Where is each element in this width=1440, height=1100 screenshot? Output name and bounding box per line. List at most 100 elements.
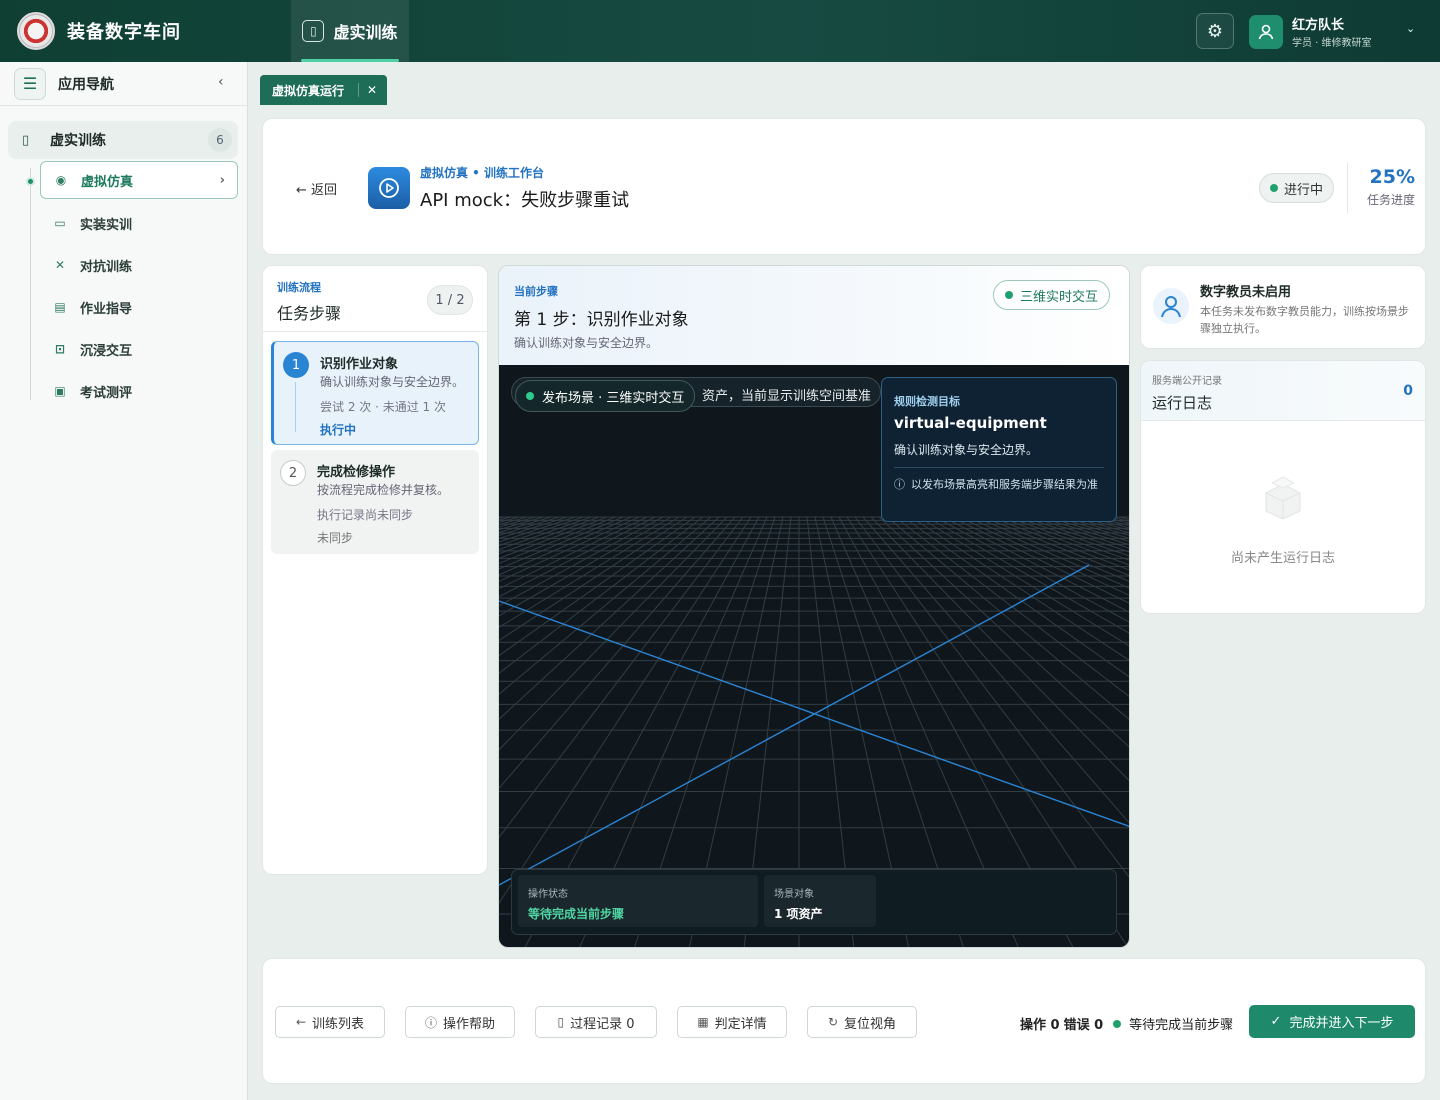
scene-objects-box: 场景对象 1 项资产 xyxy=(764,875,876,927)
tab-label: 虚拟仿真运行 xyxy=(272,83,345,98)
sidebar-item-label: 沉浸交互 xyxy=(80,343,133,359)
sidebar-item-work-guide[interactable]: ▤ 作业指导 xyxy=(40,288,238,326)
button-label: 完成并进入下一步 xyxy=(1289,1016,1394,1031)
header-subtitle: 虚拟仿真 • 训练工作台 xyxy=(420,166,545,180)
tab-bar: 虚拟仿真运行 ✕ xyxy=(260,75,388,105)
rule-target-card: 规则检测目标 virtual-equipment 确认训练对象与安全边界。 ⓘ 以… xyxy=(881,377,1117,522)
divider xyxy=(1347,163,1348,213)
nav-tab-label: 虚实训练 xyxy=(333,23,398,42)
steps-counter: 1 / 2 xyxy=(427,285,473,315)
log-title: 运行日志 xyxy=(1152,394,1213,412)
sidebar-item-label: 作业指导 xyxy=(80,301,133,317)
op-state-box: 操作状态 等待完成当前步骤 xyxy=(518,875,758,927)
calculator-icon: ▦ xyxy=(697,1015,709,1029)
sidebar-item-confrontation[interactable]: ✕ 对抗训练 xyxy=(40,246,238,284)
step-item-active[interactable]: 1 识别作业对象 确认训练对象与安全边界。 尝试 2 次 · 未通过 1 次 执… xyxy=(271,341,479,445)
step-status: 未同步 xyxy=(317,531,354,545)
sidebar-item-real-equipment[interactable]: ▭ 实装实训 xyxy=(40,204,238,242)
status-dot xyxy=(1270,184,1278,192)
sidebar-item-label: 虚拟仿真 xyxy=(81,174,134,190)
divider xyxy=(263,331,487,332)
digital-instructor-card: 数字教员未启用 本任务未发布数字教员能力，训练按场景步骤独立执行。 xyxy=(1140,265,1426,349)
menu-toggle-button[interactable]: ☰ xyxy=(14,67,46,100)
steps-panel: 训练流程 任务步骤 1 / 2 1 识别作业对象 确认训练对象与安全边界。 尝试… xyxy=(262,265,488,875)
empty-log-text: 尚未产生运行日志 xyxy=(1230,551,1335,566)
back-button[interactable]: ← 返回 xyxy=(296,179,337,198)
user-role: 学员 · 维修教研室 xyxy=(1292,38,1372,49)
sidebar-group-virtual-training[interactable]: ▯ 虚实训练 6 xyxy=(8,121,238,159)
training-list-button[interactable]: ← 训练列表 xyxy=(275,1006,385,1038)
step-number: 2 xyxy=(280,460,306,486)
emblem-logo xyxy=(17,12,55,50)
run-log-card: 服务端公开记录 运行日志 0 尚未产生运行日志 xyxy=(1140,360,1426,614)
rule-desc: 确认训练对象与安全边界。 xyxy=(894,443,1039,457)
document-icon: ▤ xyxy=(54,300,66,314)
button-label: 训练列表 xyxy=(312,1016,365,1032)
step-number: 1 xyxy=(283,352,309,378)
op-state-label: 操作状态 xyxy=(528,889,568,900)
button-label: 判定详情 xyxy=(714,1016,767,1032)
ops-count: 操作 0 xyxy=(1020,1018,1060,1033)
book-icon: ▯ xyxy=(302,20,325,42)
info-icon: ⓘ xyxy=(894,478,905,491)
process-record-button[interactable]: ▯ 过程记录 0 xyxy=(535,1006,657,1038)
scene-banner-text: 资产，当前显示训练空间基准 xyxy=(702,389,872,404)
arrow-left-icon: ← xyxy=(296,183,307,198)
nav-tab-virtual-training[interactable]: ▯ 虚实训练 xyxy=(291,0,409,62)
sidebar-item-label: 考试测评 xyxy=(80,385,133,401)
rule-target: virtual-equipment xyxy=(894,414,1047,432)
sidebar-item-immersive[interactable]: ⊡ 沉浸交互 xyxy=(40,330,238,368)
button-label: 过程记录 0 xyxy=(570,1016,635,1032)
brand-title: 装备数字车间 xyxy=(67,22,181,43)
mode-badge: 三维实时交互 xyxy=(993,280,1111,310)
sidebar-item-label: 实装实训 xyxy=(80,217,133,233)
sidebar-item-virtual-sim[interactable]: ◉ 虚拟仿真 › xyxy=(40,161,238,199)
instructor-desc: 本任务未发布数字教员能力，训练按场景步骤独立执行。 xyxy=(1200,305,1409,335)
tab-virtual-sim-run[interactable]: 虚拟仿真运行 ✕ xyxy=(260,75,388,105)
instructor-avatar-icon xyxy=(1153,288,1189,324)
status-dot xyxy=(526,392,534,400)
op-state-value: 等待完成当前步骤 xyxy=(528,907,625,921)
user-menu[interactable]: 红方队长 学员 · 维修教研室 xyxy=(1249,14,1372,49)
collapse-chevron-icon[interactable]: ‹ xyxy=(218,74,224,90)
action-bar: ← 训练列表 ⓘ 操作帮助 ▯ 过程记录 0 ▦ 判定详情 ↻ 复位视角 操作 … xyxy=(262,958,1426,1084)
errors-count: 错误 0 xyxy=(1063,1018,1104,1033)
step-title: 识别作业对象 xyxy=(320,357,399,372)
3d-viewport[interactable]: 发布场景 · 三维实时交互 资产，当前显示训练空间基准 规则检测目标 virtu… xyxy=(499,365,1129,947)
operation-help-button[interactable]: ⓘ 操作帮助 xyxy=(405,1006,515,1038)
sidebar-item-exam[interactable]: ▣ 考试测评 xyxy=(40,372,238,410)
scene-panel: 当前步骤 第 1 步：识别作业对象 确认训练对象与安全边界。 三维实时交互 发布… xyxy=(498,265,1130,948)
info-icon: ⓘ xyxy=(424,1015,437,1030)
complete-next-button[interactable]: ✓ 完成并进入下一步 xyxy=(1249,1005,1415,1038)
vr-headset-icon: ⊡ xyxy=(54,342,66,356)
status-dot xyxy=(1005,291,1013,299)
footer-state: 等待完成当前步骤 xyxy=(1129,1018,1234,1033)
close-icon[interactable]: ✕ xyxy=(358,83,377,97)
settings-button[interactable]: ⚙ xyxy=(1196,13,1234,49)
sidebar-group-label: 虚实训练 xyxy=(50,133,106,149)
step-item[interactable]: 2 完成检修操作 按流程完成检修并复核。 执行记录尚未同步 未同步 xyxy=(271,450,479,554)
judge-details-button[interactable]: ▦ 判定详情 xyxy=(677,1006,787,1038)
sidebar-item-label: 对抗训练 xyxy=(80,259,133,275)
current-step-label: 当前步骤 xyxy=(514,285,558,298)
scene-objects-label: 场景对象 xyxy=(774,889,814,900)
user-avatar-icon xyxy=(1249,14,1283,49)
scene-objects-value: 1 项资产 xyxy=(774,907,823,921)
step-meta: 执行记录尚未同步 xyxy=(317,508,414,522)
rule-note: 以发布场景高亮和服务端步骤结果为准 xyxy=(911,478,1098,491)
scene-banner: 发布场景 · 三维实时交互 资产，当前显示训练空间基准 xyxy=(511,377,881,412)
steps-title: 任务步骤 xyxy=(277,304,342,323)
reset-view-button[interactable]: ↻ 复位视角 xyxy=(807,1006,917,1038)
sidebar: ☰ 应用导航 ‹ ▯ 虚实训练 6 ◉ 虚拟仿真 › ▭ 实装实训 ✕ 对抗训练… xyxy=(0,62,248,1100)
file-icon: ▯ xyxy=(557,1015,565,1029)
sidebar-title: 应用导航 xyxy=(58,76,114,93)
empty-box-icon xyxy=(1258,471,1308,521)
chevron-down-icon[interactable]: ⌄ xyxy=(1406,22,1415,35)
book-icon: ▯ xyxy=(22,132,30,148)
hamburger-icon: ☰ xyxy=(22,74,38,93)
reset-icon: ↻ xyxy=(827,1015,839,1029)
tree-line xyxy=(30,168,31,400)
operation-stats: 操作 0 错误 0 等待完成当前步骤 xyxy=(1020,1014,1233,1033)
clipboard-icon: ▣ xyxy=(54,384,66,398)
button-label: 复位视角 xyxy=(844,1016,897,1032)
